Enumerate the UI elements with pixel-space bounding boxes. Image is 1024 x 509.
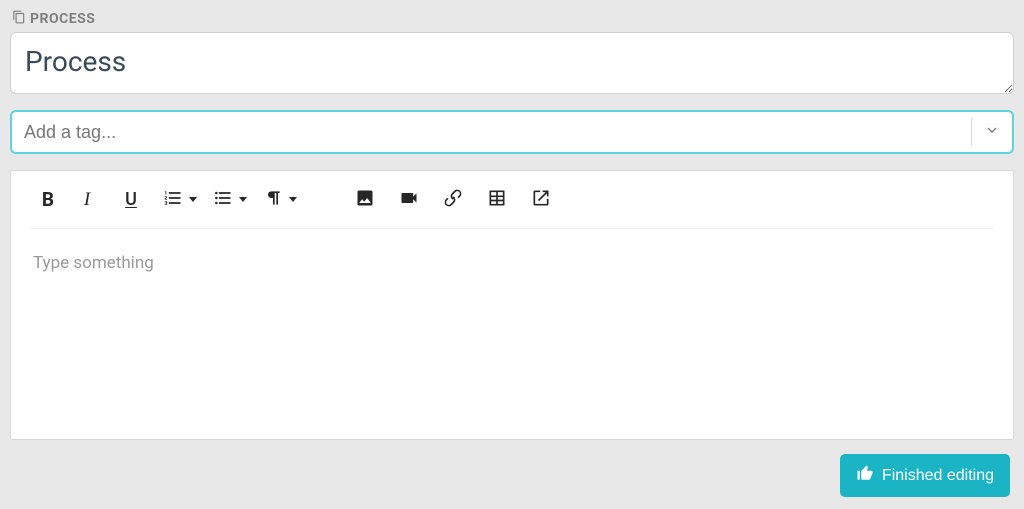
- paragraph-icon: [263, 188, 283, 212]
- insert-link-button[interactable]: [431, 180, 475, 220]
- footer: Finished editing: [840, 454, 1010, 497]
- unordered-list-dropdown[interactable]: [203, 180, 253, 220]
- italic-button[interactable]: I: [65, 180, 109, 220]
- image-icon: [355, 188, 375, 212]
- ordered-list-dropdown[interactable]: [153, 180, 203, 220]
- thumbs-up-icon: [856, 464, 874, 487]
- chevron-down-icon: [239, 197, 247, 202]
- unordered-list-icon: [213, 188, 233, 212]
- chevron-down-icon: [189, 197, 197, 202]
- tag-dropdown-toggle[interactable]: [972, 112, 1012, 152]
- finished-editing-label: Finished editing: [882, 467, 994, 485]
- link-icon: [443, 188, 463, 212]
- rich-text-editor: B I U: [10, 170, 1014, 440]
- tag-input[interactable]: [12, 112, 971, 152]
- section-header-text: PROCESS: [30, 11, 95, 27]
- chevron-down-icon: [984, 122, 1000, 142]
- editor-placeholder: Type something: [33, 253, 154, 273]
- insert-table-button[interactable]: [475, 180, 519, 220]
- chevron-down-icon: [289, 197, 297, 202]
- ordered-list-icon: [163, 188, 183, 212]
- editor-toolbar: B I U: [31, 171, 993, 229]
- copy-icon: [12, 10, 26, 28]
- section-header: PROCESS: [12, 10, 1014, 28]
- italic-icon: I: [84, 189, 90, 211]
- bold-button[interactable]: B: [31, 180, 65, 220]
- open-external-button[interactable]: [519, 180, 563, 220]
- bold-icon: B: [42, 188, 54, 211]
- finished-editing-button[interactable]: Finished editing: [840, 454, 1010, 497]
- table-icon: [487, 188, 507, 212]
- tags-field[interactable]: [10, 110, 1014, 154]
- underline-button[interactable]: U: [109, 180, 153, 220]
- title-input[interactable]: [10, 32, 1014, 94]
- video-icon: [399, 188, 419, 212]
- insert-image-button[interactable]: [343, 180, 387, 220]
- editor-content[interactable]: Type something: [31, 229, 993, 419]
- underline-icon: U: [125, 189, 137, 210]
- insert-video-button[interactable]: [387, 180, 431, 220]
- paragraph-dropdown[interactable]: [253, 180, 303, 220]
- external-link-icon: [531, 188, 551, 212]
